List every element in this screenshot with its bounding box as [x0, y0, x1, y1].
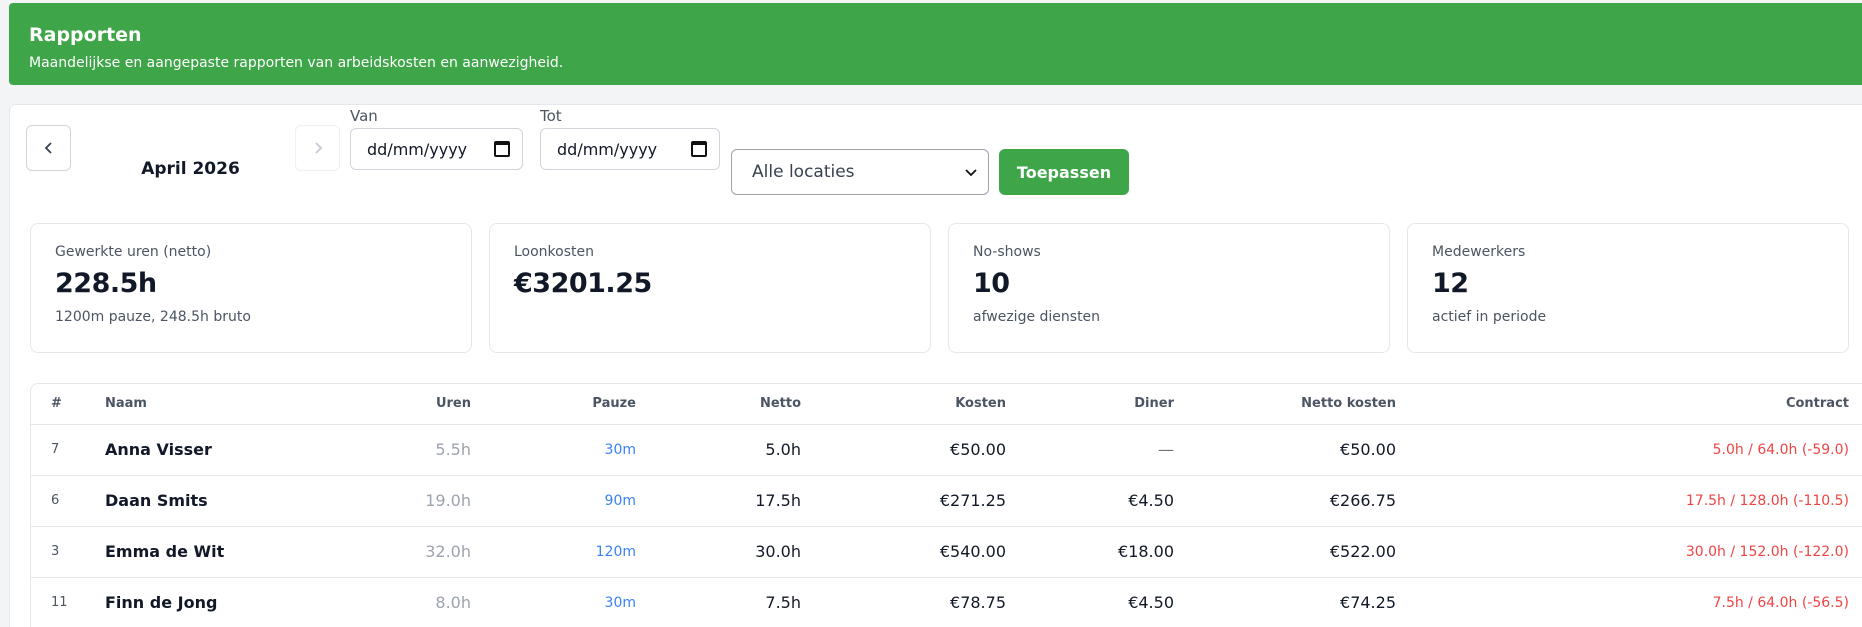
stat-no-shows: No-shows 10 afwezige diensten: [948, 223, 1390, 353]
from-label: Van: [350, 107, 378, 125]
cell-kosten: €271.25: [813, 475, 1018, 527]
calendar-icon[interactable]: [691, 141, 707, 157]
page-title: Rapporten: [29, 24, 142, 46]
cell-diner: €4.50: [1018, 577, 1186, 627]
cell-diner: —: [1018, 424, 1186, 476]
cell-diner: €18.00: [1018, 526, 1186, 578]
cell-netto: 7.5h: [648, 577, 813, 627]
col-header-pauze: Pauze: [483, 384, 648, 425]
stat-label: No-shows: [973, 244, 1041, 260]
stat-label: Gewerkte uren (netto): [55, 244, 212, 260]
to-label: Tot: [540, 107, 562, 125]
cell-kosten: €78.75: [813, 577, 1018, 627]
stat-value: €3201.25: [514, 268, 652, 299]
prev-month-button[interactable]: [26, 125, 71, 171]
col-header-kosten: Kosten: [813, 384, 1018, 425]
page-header: Rapporten Maandelijkse en aangepaste rap…: [9, 3, 1862, 85]
to-date-placeholder: dd/mm/yyyy: [557, 139, 658, 159]
stat-value: 10: [973, 268, 1010, 299]
current-month: April 2026: [141, 159, 240, 179]
cell-contract: 5.0h / 64.0h (-59.0): [1408, 424, 1862, 476]
cell-pauze[interactable]: 90m: [483, 475, 648, 527]
location-selected: Alle locaties: [752, 162, 855, 182]
cell-uren: 32.0h: [353, 526, 483, 578]
col-header-diner: Diner: [1018, 384, 1186, 425]
table-row: 11 Finn de Jong 8.0h 30m 7.5h €78.75 €4.…: [31, 577, 1862, 627]
stat-worked-hours: Gewerkte uren (netto) 228.5h 1200m pauze…: [30, 223, 472, 353]
cell-pauze[interactable]: 120m: [483, 526, 648, 578]
stat-value: 228.5h: [55, 268, 157, 299]
chevron-left-icon: [44, 142, 52, 154]
cell-diner: €4.50: [1018, 475, 1186, 527]
cell-netto-kosten: €50.00: [1186, 424, 1408, 476]
col-header-netto: Netto: [648, 384, 813, 425]
cell-kosten: €540.00: [813, 526, 1018, 578]
cell-pauze[interactable]: 30m: [483, 424, 648, 476]
stat-sub: 1200m pauze, 248.5h bruto: [55, 309, 251, 325]
cell-pauze[interactable]: 30m: [483, 577, 648, 627]
stat-value: 12: [1432, 268, 1469, 299]
report-card: April 2026 Van dd/mm/yyyy Tot dd/mm/yyyy…: [9, 104, 1862, 627]
apply-button[interactable]: Toepassen: [999, 149, 1129, 195]
cell-index: 7: [31, 424, 93, 476]
cell-netto: 17.5h: [648, 475, 813, 527]
stat-label: Medewerkers: [1432, 244, 1526, 260]
to-date-input[interactable]: dd/mm/yyyy: [540, 128, 720, 170]
cell-netto: 30.0h: [648, 526, 813, 578]
page-subtitle: Maandelijkse en aangepaste rapporten van…: [29, 55, 564, 71]
cell-netto-kosten: €522.00: [1186, 526, 1408, 578]
stat-sub: actief in periode: [1432, 309, 1547, 325]
from-date-input[interactable]: dd/mm/yyyy: [350, 128, 523, 170]
cell-index: 6: [31, 475, 93, 527]
cell-contract: 17.5h / 128.0h (-110.5): [1408, 475, 1862, 527]
table-row: 6 Daan Smits 19.0h 90m 17.5h €271.25 €4.…: [31, 475, 1862, 527]
cell-index: 3: [31, 526, 93, 578]
chevron-right-icon: [314, 142, 322, 154]
stat-sub: afwezige diensten: [973, 309, 1101, 325]
cell-name: Anna Visser: [93, 424, 353, 476]
col-header-uren: Uren: [353, 384, 483, 425]
table-row: 7 Anna Visser 5.5h 30m 5.0h €50.00 — €50…: [31, 424, 1862, 476]
stat-label: Loonkosten: [514, 244, 595, 260]
col-header-netto-kosten: Netto kosten: [1186, 384, 1408, 425]
location-select[interactable]: Alle locaties: [731, 149, 989, 195]
cell-netto: 5.0h: [648, 424, 813, 476]
table-row: 3 Emma de Wit 32.0h 120m 30.0h €540.00 €…: [31, 526, 1862, 578]
cell-contract: 7.5h / 64.0h (-56.5): [1408, 577, 1862, 627]
cell-netto-kosten: €74.25: [1186, 577, 1408, 627]
col-header-index: #: [31, 384, 93, 425]
calendar-icon[interactable]: [494, 141, 510, 157]
chevron-down-icon: [965, 169, 977, 177]
cell-name: Daan Smits: [93, 475, 353, 527]
next-month-button[interactable]: [295, 125, 340, 171]
cell-index: 11: [31, 577, 93, 627]
cell-uren: 8.0h: [353, 577, 483, 627]
col-header-contract: Contract: [1408, 384, 1862, 425]
cell-kosten: €50.00: [813, 424, 1018, 476]
cell-name: Finn de Jong: [93, 577, 353, 627]
stat-labor-costs: Loonkosten €3201.25: [489, 223, 931, 353]
stat-employees: Medewerkers 12 actief in periode: [1407, 223, 1849, 353]
col-header-name: Naam: [93, 384, 353, 425]
cell-netto-kosten: €266.75: [1186, 475, 1408, 527]
cell-contract: 30.0h / 152.0h (-122.0): [1408, 526, 1862, 578]
report-table: # Naam Uren Pauze Netto Kosten Diner Net…: [30, 383, 1862, 627]
from-date-placeholder: dd/mm/yyyy: [367, 139, 468, 159]
cell-name: Emma de Wit: [93, 526, 353, 578]
table-header-row: # Naam Uren Pauze Netto Kosten Diner Net…: [31, 384, 1862, 425]
cell-uren: 5.5h: [353, 424, 483, 476]
cell-uren: 19.0h: [353, 475, 483, 527]
